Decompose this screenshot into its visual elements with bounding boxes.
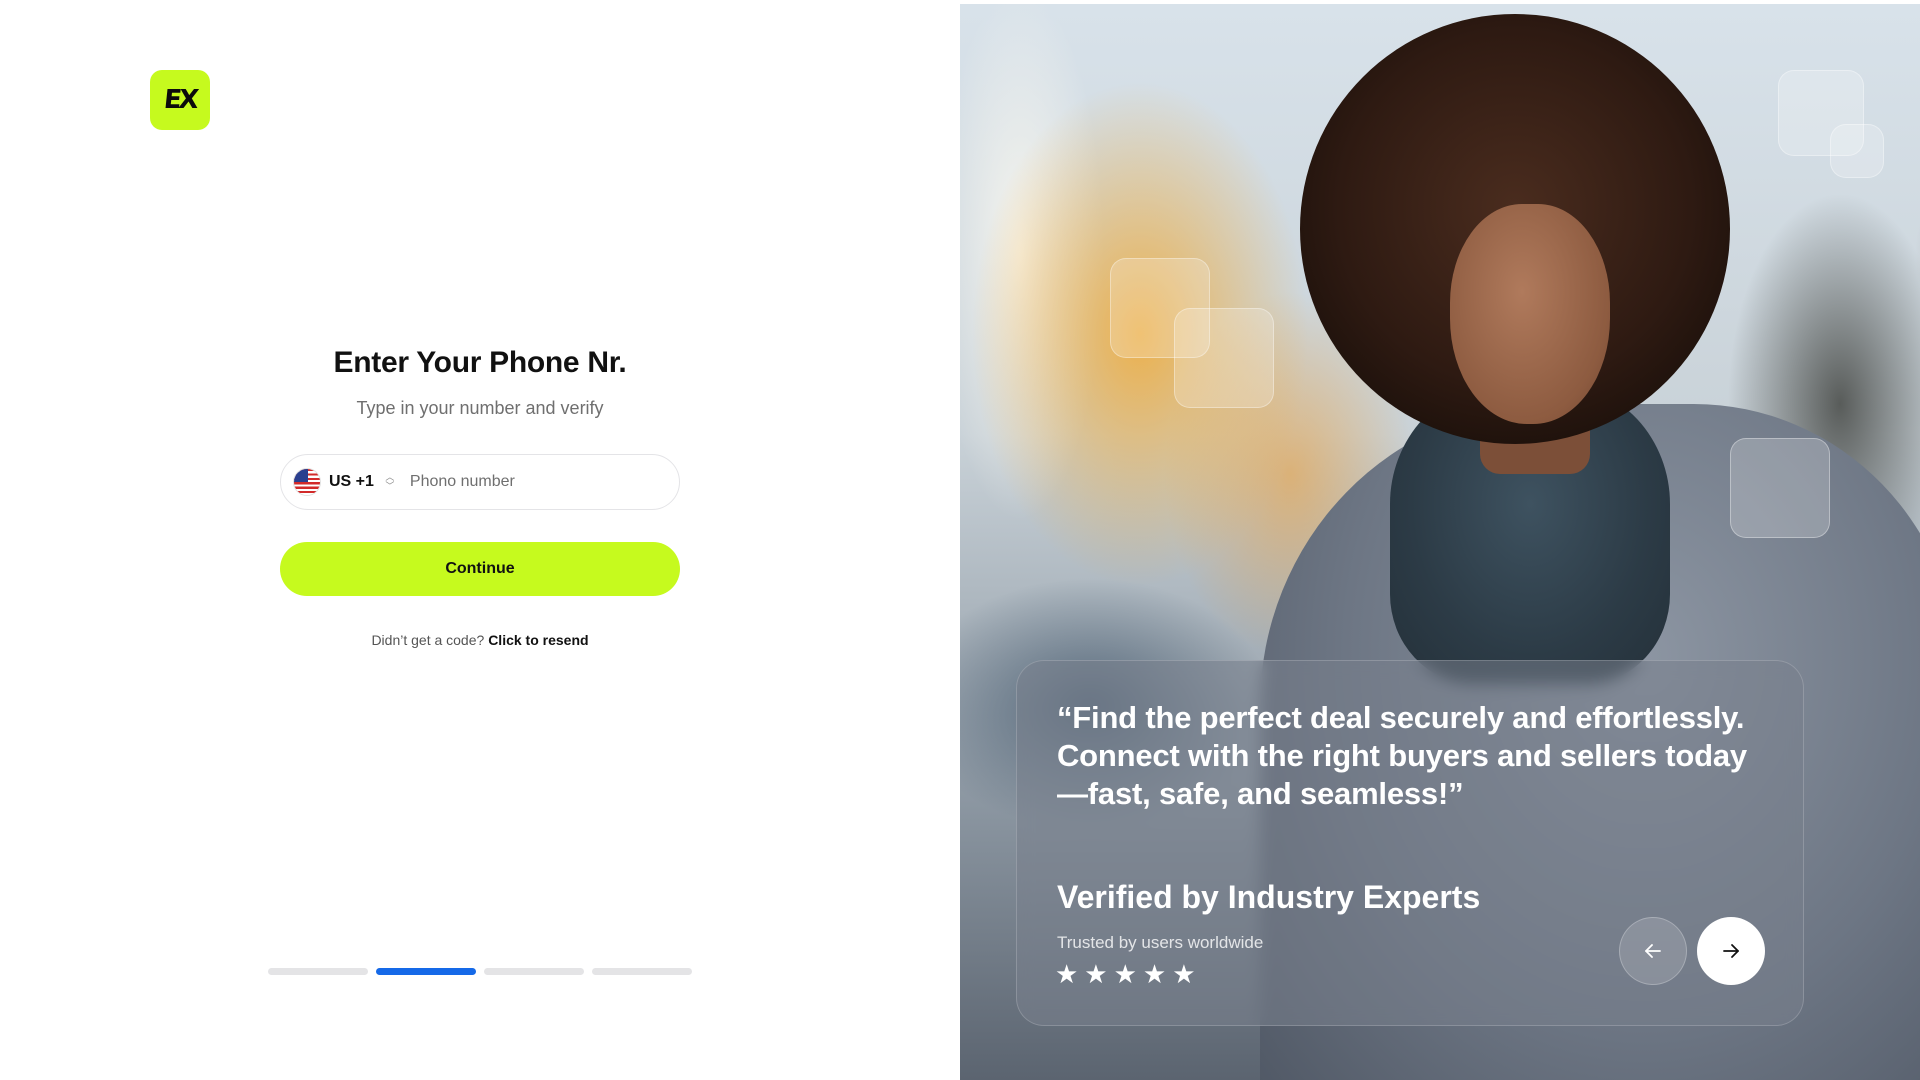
testimonial-card: “Find the perfect deal securely and effo…: [1016, 660, 1804, 1026]
previous-slide-button[interactable]: [1619, 917, 1687, 985]
resend-link[interactable]: Click to resend: [488, 632, 588, 648]
resend-prompt: Didn’t get a code?: [371, 632, 485, 648]
logo-mark-text: EX: [162, 85, 198, 115]
testimonial-heading: Verified by Industry Experts: [1057, 879, 1481, 915]
progress-step-2-active: [376, 968, 476, 975]
step-progress: [268, 968, 692, 975]
country-code-selector[interactable]: US +1: [329, 473, 374, 491]
phone-field: US +1 ︿ ﹀: [280, 454, 680, 510]
rating-stars: ★★★★★: [1055, 959, 1202, 989]
arrow-right-icon: [1723, 944, 1739, 958]
auth-panel: EX Enter Your Phone Nr. Type in your num…: [0, 0, 960, 1080]
next-slide-button[interactable]: [1697, 917, 1765, 985]
testimonial-subheading: Trusted by users worldwide: [1057, 933, 1264, 952]
phone-number-input[interactable]: [409, 473, 650, 491]
phone-form: Enter Your Phone Nr. Type in your number…: [280, 340, 680, 648]
resend-text: Didn’t get a code? Click to resend: [280, 632, 680, 648]
decor-glass-square: [1730, 438, 1830, 538]
chevron-up-down-icon[interactable]: ︿ ﹀: [384, 472, 396, 492]
testimonial-quote: “Find the perfect deal securely and effo…: [1057, 700, 1747, 811]
decor-glass-square: [1830, 124, 1884, 178]
continue-button[interactable]: Continue: [280, 542, 680, 596]
progress-step-3: [484, 968, 584, 975]
progress-step-1: [268, 968, 368, 975]
hero-image-panel: “Find the perfect deal securely and effo…: [960, 4, 1920, 1080]
page-subtitle: Type in your number and verify: [356, 398, 604, 418]
us-flag-icon: [293, 468, 321, 496]
page-title: Enter Your Phone Nr.: [333, 346, 627, 379]
decor-glass-square: [1174, 308, 1274, 408]
login-page: EX Enter Your Phone Nr. Type in your num…: [0, 0, 1920, 1080]
arrow-left-icon: [1645, 944, 1661, 958]
brand-logo[interactable]: EX: [150, 70, 210, 130]
woman-face: [1450, 204, 1610, 424]
progress-step-4: [592, 968, 692, 975]
